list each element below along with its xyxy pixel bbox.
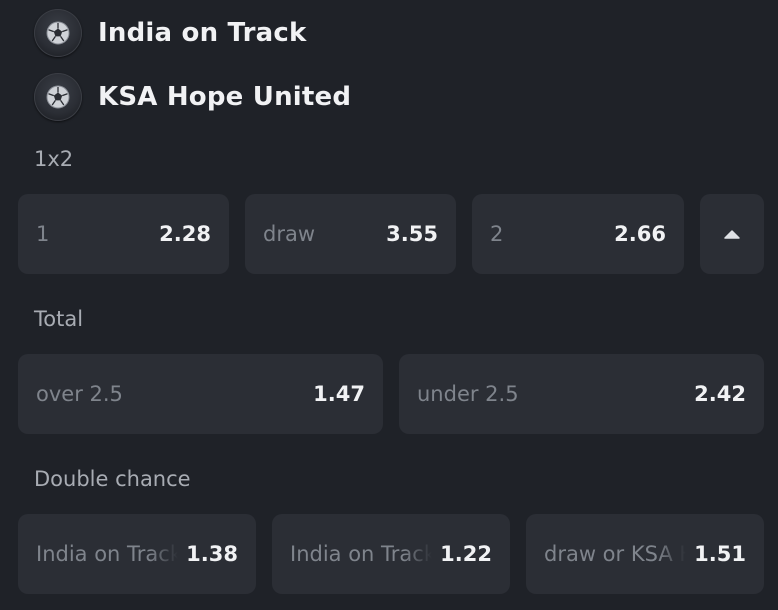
odds-label: 1 <box>36 222 50 246</box>
odds-label: India on Track or draw <box>36 542 179 566</box>
odds-value: 2.66 <box>614 222 666 246</box>
odds-button-draw[interactable]: draw 3.55 <box>245 194 456 274</box>
odds-value: 1.38 <box>186 542 238 566</box>
odds-value: 1.47 <box>313 382 365 406</box>
market-title-total: Total <box>34 307 84 331</box>
odds-label: under 2.5 <box>417 382 519 406</box>
odds-button-under[interactable]: under 2.5 2.42 <box>399 354 764 434</box>
odds-button-12[interactable]: India on Track or KSA Hope United 1.22 <box>272 514 510 594</box>
caret-up-icon <box>724 230 740 239</box>
odds-button-x2[interactable]: draw or KSA Hope United 1.51 <box>526 514 764 594</box>
soccer-ball-icon <box>34 73 82 121</box>
odds-button-over[interactable]: over 2.5 1.47 <box>18 354 383 434</box>
team-home: India on Track <box>34 9 306 57</box>
odds-label: draw or KSA Hope United <box>544 542 686 566</box>
team-away-name: KSA Hope United <box>98 82 352 112</box>
odds-button-2[interactable]: 2 2.66 <box>472 194 684 274</box>
odds-label: 2 <box>490 222 504 246</box>
odds-button-1[interactable]: 1 2.28 <box>18 194 229 274</box>
odds-button-1x[interactable]: India on Track or draw 1.38 <box>18 514 256 594</box>
collapse-markets-button[interactable] <box>700 194 764 274</box>
soccer-ball-icon <box>34 9 82 57</box>
odds-label: draw <box>263 222 316 246</box>
odds-value: 2.42 <box>694 382 746 406</box>
team-home-name: India on Track <box>98 18 307 48</box>
market-title-1x2: 1x2 <box>34 147 74 171</box>
odds-value: 2.28 <box>159 222 211 246</box>
odds-value: 3.55 <box>386 222 438 246</box>
team-away: KSA Hope United <box>34 73 351 121</box>
odds-value: 1.51 <box>694 542 746 566</box>
odds-label: over 2.5 <box>36 382 123 406</box>
market-title-double-chance: Double chance <box>34 467 191 491</box>
odds-label: India on Track or KSA Hope United <box>290 542 433 566</box>
odds-value: 1.22 <box>440 542 492 566</box>
